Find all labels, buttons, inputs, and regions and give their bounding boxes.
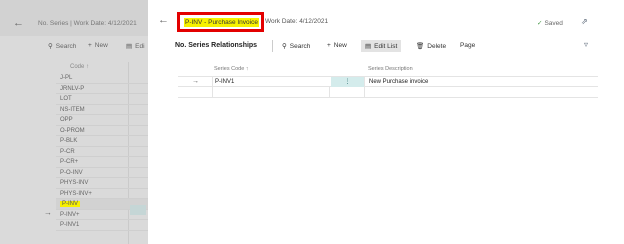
grid-header: Series Code ↑ Series Description [178, 62, 598, 76]
table-row-empty[interactable] [178, 87, 598, 98]
new-button[interactable]: + New [327, 42, 347, 49]
background-list-item: PHYS-INV+ [56, 189, 148, 199]
back-arrow-icon[interactable]: ← [158, 14, 169, 26]
column-header-series-code[interactable]: Series Code ↑ [214, 66, 249, 72]
background-column-header: Code ↑ [70, 64, 90, 70]
page-title: P-INV - Purchase Invoice [184, 18, 259, 27]
background-list-item: OPP [56, 115, 148, 126]
series-relationships-grid: Series Code ↑ Series Description → P-INV… [178, 62, 598, 98]
plus-icon: + [327, 42, 331, 49]
background-list-item: O-PROM [56, 126, 148, 136]
series-description-cell[interactable]: New Purchase invoice [364, 77, 598, 87]
series-code-cell[interactable]: P-INV1 [212, 77, 330, 87]
popout-icon[interactable]: ⇗ [581, 17, 588, 26]
background-search-button: ⚲ Search [48, 43, 77, 50]
table-row[interactable]: → P-INV1 ⋮ New Purchase invoice [178, 76, 598, 87]
series-code-cell-empty[interactable] [212, 87, 330, 97]
no-series-relationships-page: ← P-INV - Purchase Invoice Work Date: 4/… [148, 0, 624, 244]
page-caption: No. Series Relationships [175, 42, 258, 49]
row-menu-icon[interactable]: ⋮ [331, 77, 364, 87]
background-list-item: P-CR [56, 147, 148, 157]
background-list-item: NS-ITEM [56, 105, 148, 115]
background-toolbar: ⚲ Search + New ▤ Edi [0, 36, 148, 56]
plus-icon: + [88, 42, 92, 49]
background-list-item: JRNLV-P [56, 84, 148, 94]
edit-list-button[interactable]: ▤ Edit List [361, 40, 402, 52]
check-icon: ✓ [537, 20, 543, 27]
background-list-item: P-INV1 [56, 220, 148, 231]
edit-list-icon: ▤ [126, 43, 133, 50]
background-page-title: No. Series | Work Date: 4/12/2021 [38, 20, 137, 27]
delete-icon: 🗑 [416, 43, 425, 50]
background-list-item: LOT [56, 94, 148, 105]
background-list-item: P-CR+ [56, 157, 148, 168]
column-header-series-description[interactable]: Series Description [368, 66, 413, 72]
saved-label: Saved [544, 20, 563, 27]
row-arrow-icon: → [192, 78, 199, 85]
delete-button[interactable]: 🗑 Delete [416, 42, 446, 50]
search-icon: ⚲ [48, 43, 53, 50]
series-description-cell-empty[interactable] [364, 87, 598, 97]
action-bar: No. Series Relationships ⚲ Search + New ▤ E… [148, 36, 624, 56]
work-date: Work Date: 4/12/2021 [265, 18, 329, 25]
search-button[interactable]: ⚲ Search [282, 42, 310, 50]
filter-icon[interactable]: ▿ [584, 40, 588, 49]
background-list-item: P-BLK [56, 136, 148, 147]
background-selected-cell [130, 205, 146, 215]
background-edit-button: ▤ Edi [126, 43, 145, 50]
toolbar-divider [272, 40, 273, 52]
background-page: ← No. Series | Work Date: 4/12/2021 ⚲ Sea… [0, 0, 148, 244]
background-current-code: P-INV [60, 201, 81, 207]
background-list-item: J-PL [56, 73, 148, 84]
edit-list-icon: ▤ [365, 43, 372, 50]
page-menu-button[interactable]: Page [460, 42, 475, 49]
background-row-arrow-icon: → [44, 208, 52, 217]
search-icon: ⚲ [282, 43, 287, 50]
background-list-item: PHYS-INV [56, 178, 148, 189]
background-list-item: P-O-INV [56, 168, 148, 178]
background-new-button: + New [88, 42, 108, 49]
saved-status: ✓ Saved [537, 19, 563, 27]
background-back-arrow-icon: ← [13, 17, 24, 29]
